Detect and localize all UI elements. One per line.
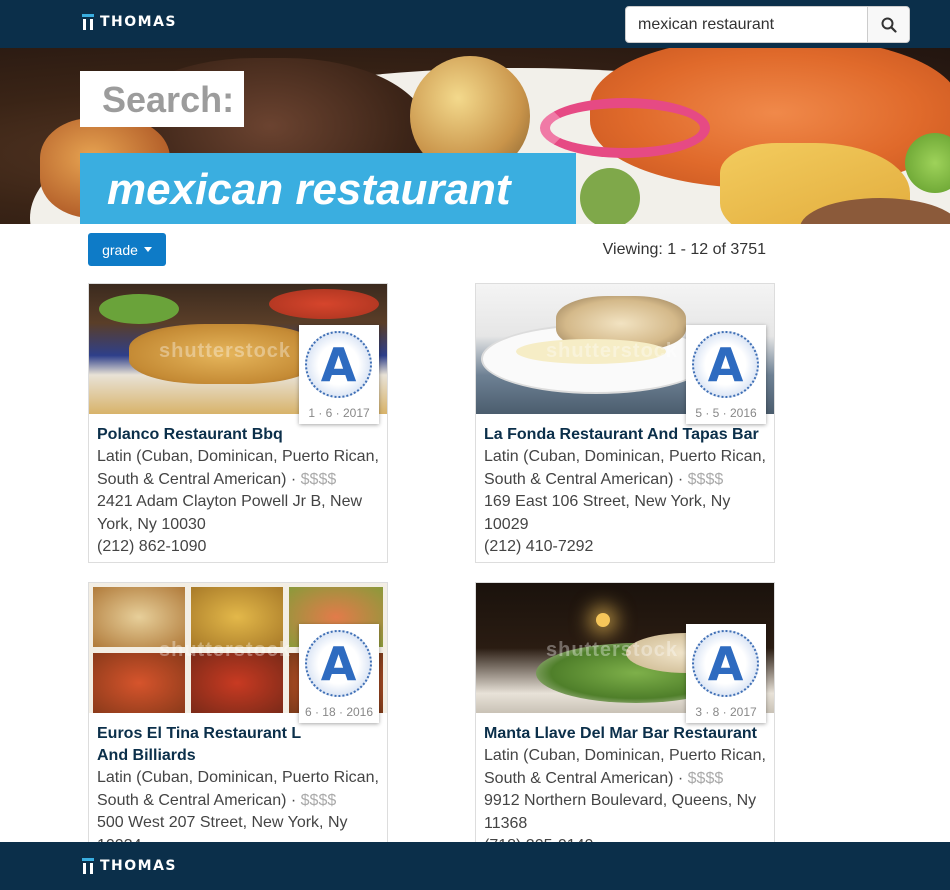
address-line1: 169 East 106 Street, New York, Ny — [484, 493, 731, 510]
grade-seal-icon: A — [305, 331, 372, 398]
watermark-text: shutterstock — [159, 340, 292, 362]
grade-filter-dropdown[interactable]: grade — [88, 233, 166, 266]
grade-date: 3 · 8 · 2017 — [695, 705, 757, 719]
restaurant-name-link[interactable]: La Fonda Restaurant And Tapas Bar — [484, 424, 774, 446]
watermark-text: shutterstock — [546, 340, 679, 362]
brand-name: THOMAS — [100, 14, 178, 30]
search-input[interactable] — [626, 7, 867, 42]
cuisine-cont: South & Central American) · — [484, 769, 688, 787]
grade-date: 5 · 5 · 2016 — [695, 406, 757, 420]
grade-seal-icon: A — [692, 630, 759, 697]
cuisine: Latin (Cuban, Dominican, Puerto Rican, — [484, 747, 766, 764]
grade-seal-icon: A — [305, 630, 372, 697]
search-bar — [625, 6, 910, 43]
results-count: Viewing: 1 - 12 of 3751 — [602, 241, 766, 258]
address-line1: 2421 Adam Clayton Powell Jr B, New — [97, 493, 363, 510]
thomas-logo-icon — [82, 858, 94, 874]
address-line2: York, Ny 10030 — [97, 515, 206, 533]
inspection-grade-badge: A 5 · 5 · 2016 — [686, 325, 766, 424]
restaurant-card[interactable]: shutterstock A 1 · 6 · 2017 Polanco Rest… — [88, 283, 388, 563]
restaurant-name-link[interactable]: Manta Llave Del Mar Bar Restaurant — [484, 723, 774, 745]
top-navbar: THOMAS — [0, 0, 950, 48]
cuisine: Latin (Cuban, Dominican, Puerto Rican, — [97, 769, 379, 786]
restaurant-name-link[interactable]: Polanco Restaurant Bbq — [97, 424, 387, 446]
search-query-heading: mexican restaurant — [80, 153, 576, 224]
brand-logo[interactable]: THOMAS — [82, 14, 177, 30]
restaurant-name-cont[interactable]: And Billiards — [97, 745, 387, 767]
restaurant-name-link[interactable]: Euros El Tina Restaurant L — [97, 723, 387, 745]
footer: THOMAS — [0, 842, 950, 890]
phone-number[interactable]: (212) 862-1090 — [97, 536, 387, 559]
price-level: $$$$ — [687, 769, 724, 787]
grade-filter-label: grade — [102, 241, 138, 258]
caret-down-icon — [143, 247, 152, 252]
grade-date: 6 · 18 · 2016 — [304, 705, 374, 719]
phone-number[interactable]: (212) 410-7292 — [484, 536, 774, 559]
cuisine-cont: South & Central American) · — [484, 470, 688, 488]
address-line1: 9912 Northern Boulevard, Queens, Ny — [484, 792, 757, 809]
inspection-grade-badge: A 1 · 6 · 2017 — [299, 325, 379, 424]
address-line1: 500 West 207 Street, New York, Ny — [97, 814, 348, 831]
restaurant-card[interactable]: shutterstock A 6 · 18 · 2016 Euros El Ti… — [88, 582, 388, 862]
search-label: Search: — [80, 71, 245, 127]
grade-date: 1 · 6 · 2017 — [308, 406, 370, 420]
grade-seal-icon: A — [692, 331, 759, 398]
footer-brand-logo[interactable]: THOMAS — [82, 858, 177, 874]
search-button[interactable] — [867, 7, 909, 42]
watermark-text: shutterstock — [546, 639, 679, 661]
restaurant-card[interactable]: shutterstock A 5 · 5 · 2016 La Fonda Res… — [475, 283, 775, 563]
address-line2: 11368 — [484, 814, 528, 832]
cuisine-cont: South & Central American) · — [97, 791, 301, 809]
price-level: $$$$ — [687, 470, 724, 488]
search-icon — [881, 17, 897, 33]
price-level: $$$$ — [300, 470, 337, 488]
cuisine: Latin (Cuban, Dominican, Puerto Rican, — [484, 448, 766, 465]
cuisine: Latin (Cuban, Dominican, Puerto Rican, — [97, 448, 379, 465]
restaurant-card[interactable]: shutterstock A 3 · 8 · 2017 Manta Llave … — [475, 582, 775, 862]
watermark-text: shutterstock — [159, 639, 292, 661]
footer-brand-name: THOMAS — [100, 858, 178, 874]
inspection-grade-badge: A 3 · 8 · 2017 — [686, 624, 766, 723]
thomas-logo-icon — [82, 14, 94, 30]
cuisine-cont: South & Central American) · — [97, 470, 301, 488]
address-line2: 10029 — [484, 515, 529, 533]
inspection-grade-badge: A 6 · 18 · 2016 — [299, 624, 379, 723]
price-level: $$$$ — [300, 791, 337, 809]
